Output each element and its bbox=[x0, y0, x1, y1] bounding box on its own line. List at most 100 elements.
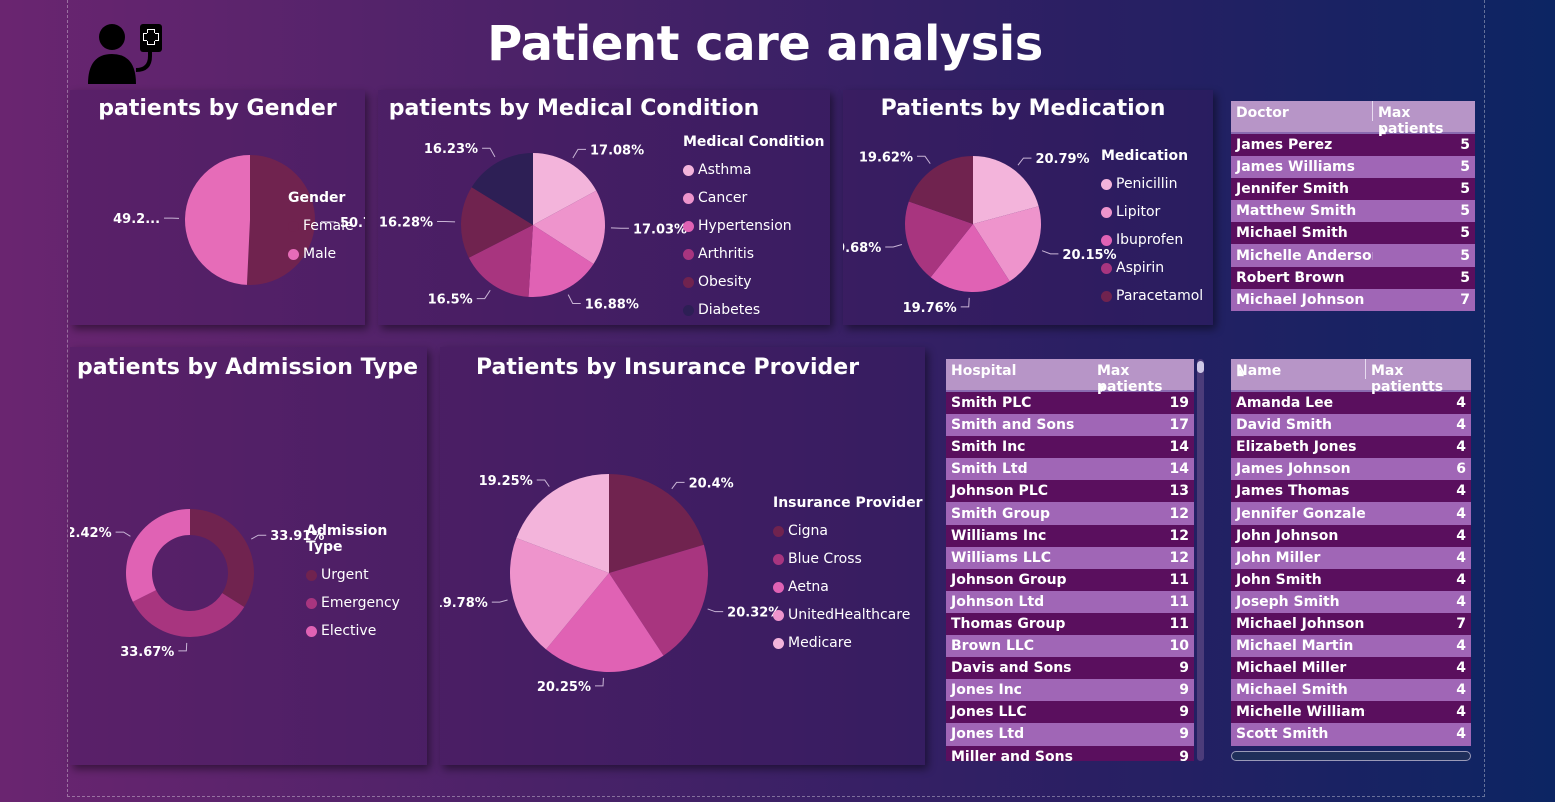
table-row[interactable]: Williams Inc 12 bbox=[946, 524, 1194, 547]
table-row[interactable]: Michael Smith 4 bbox=[1231, 679, 1471, 702]
table-header[interactable]: Hospital Max patients ▼ bbox=[946, 359, 1194, 395]
legend-label: Emergency bbox=[321, 595, 400, 611]
gender-panel[interactable]: patients by Gender 50.7...49.2... Gender… bbox=[70, 90, 365, 325]
legend-label: Lipitor bbox=[1116, 204, 1161, 220]
table-row[interactable]: Jennifer Smith 5 bbox=[1231, 178, 1475, 201]
insurance-panel[interactable]: Patients by Insurance Provider 20.4% 20.3… bbox=[440, 347, 925, 765]
legend-item[interactable]: Male bbox=[288, 240, 354, 268]
table-row[interactable]: Joseph Smith 4 bbox=[1231, 590, 1471, 613]
hospital-column-header[interactable]: Hospital bbox=[946, 359, 1092, 379]
legend-item[interactable]: Blue Cross bbox=[773, 545, 923, 573]
table-row[interactable]: Jones Ltd 9 bbox=[946, 723, 1194, 746]
legend-item[interactable]: Hypertension bbox=[683, 212, 824, 240]
hospital-table[interactable]: Hospital Max patients ▼ Smith PLC 19 Smith … bbox=[946, 359, 1194, 761]
table-row[interactable]: Michael Johnson 7 bbox=[1231, 612, 1471, 636]
legend-item[interactable]: Diabetes bbox=[683, 296, 824, 324]
doctor-table[interactable]: Doctor Max patients ▲ James Perez 5 James W… bbox=[1231, 101, 1475, 311]
legend-item[interactable]: Medicare bbox=[773, 629, 923, 657]
table-row[interactable]: James Williams 5 bbox=[1231, 156, 1475, 179]
table-row[interactable]: Michael Martin 4 bbox=[1231, 635, 1471, 658]
hospital-table-scrollbar[interactable] bbox=[1197, 359, 1204, 761]
table-header[interactable]: Name ▲ Max patientts bbox=[1231, 359, 1471, 395]
table-row[interactable]: Smith and Sons 17 bbox=[946, 414, 1194, 437]
table-row[interactable]: Smith Inc 14 bbox=[946, 436, 1194, 459]
medication-panel[interactable]: Patients by Medication 20.79% 20.15% 19.76… bbox=[843, 90, 1213, 325]
legend-label: Obesity bbox=[698, 274, 752, 290]
doctor-column-header[interactable]: Doctor bbox=[1231, 101, 1373, 121]
sort-ascending-icon[interactable]: ▲ bbox=[1379, 126, 1386, 136]
legend-item[interactable]: Arthritis bbox=[683, 240, 824, 268]
legend-item[interactable]: Urgent bbox=[306, 561, 427, 589]
table-row[interactable]: Michael Smith 5 bbox=[1231, 222, 1475, 245]
admission-slice-emergency[interactable] bbox=[132, 590, 245, 637]
table-row[interactable]: Brown LLC 10 bbox=[946, 635, 1194, 658]
admission-panel[interactable]: patients by Admission Type 33.91%33.67%3… bbox=[70, 347, 427, 765]
legend-item[interactable]: Aspirin bbox=[1101, 254, 1203, 282]
condition-panel[interactable]: patients by Medical Condition 17.08% 17.0… bbox=[378, 90, 830, 325]
table-row[interactable]: John Smith 4 bbox=[1231, 568, 1471, 591]
max-patients-column-header[interactable]: Max patientts bbox=[1366, 359, 1471, 395]
table-row[interactable]: Michael Miller 4 bbox=[1231, 657, 1471, 680]
table-header[interactable]: Doctor Max patients ▲ bbox=[1231, 101, 1475, 137]
table-row[interactable]: Smith PLC 19 bbox=[946, 392, 1194, 415]
legend-item[interactable]: Penicillin bbox=[1101, 170, 1203, 198]
table-row[interactable]: Jones Inc 9 bbox=[946, 679, 1194, 702]
table-row[interactable]: Michelle Anderson 5 bbox=[1231, 244, 1475, 267]
name-table[interactable]: Name ▲ Max patientts Amanda Lee 4 David Smi… bbox=[1231, 359, 1471, 746]
legend-item[interactable]: Cancer bbox=[683, 184, 824, 212]
gender-slice-male[interactable] bbox=[184, 155, 250, 285]
table-row[interactable]: Johnson Ltd 11 bbox=[946, 590, 1194, 613]
table-cell-value: 4 bbox=[1456, 682, 1466, 699]
table-row[interactable]: Michael Johnson 7 bbox=[1231, 288, 1475, 311]
table-row[interactable]: John Johnson 4 bbox=[1231, 524, 1471, 547]
table-row[interactable]: James Perez 5 bbox=[1231, 134, 1475, 157]
legend-item[interactable]: Paracetamol bbox=[1101, 282, 1203, 310]
legend-item[interactable]: Female bbox=[288, 212, 354, 240]
table-row[interactable]: Johnson Group 11 bbox=[946, 568, 1194, 591]
table-row[interactable]: Miller and Sons 9 bbox=[946, 745, 1194, 761]
table-row[interactable]: Thomas Group 11 bbox=[946, 612, 1194, 636]
name-column-header[interactable]: Name ▲ bbox=[1231, 359, 1366, 379]
table-row[interactable]: Robert Brown 5 bbox=[1231, 266, 1475, 289]
admission-slice-urgent[interactable] bbox=[190, 509, 254, 607]
table-cell-name: Williams Inc bbox=[951, 527, 1047, 544]
table-row[interactable]: Jennifer Gonzalez 4 bbox=[1231, 502, 1471, 525]
legend-title: Medical Condition bbox=[683, 134, 825, 150]
scrollbar-thumb[interactable] bbox=[1197, 361, 1204, 373]
legend-item[interactable]: UnitedHealthcare bbox=[773, 601, 923, 629]
table-cell-value: 7 bbox=[1460, 291, 1470, 308]
table-row[interactable]: Williams LLC 12 bbox=[946, 546, 1194, 569]
sort-ascending-icon[interactable]: ▲ bbox=[1237, 368, 1244, 378]
legend-item[interactable]: Emergency bbox=[306, 589, 427, 617]
table-row[interactable]: Jones LLC 9 bbox=[946, 701, 1194, 724]
legend-item[interactable]: Ibuprofen bbox=[1101, 226, 1203, 254]
table-row[interactable]: Davis and Sons 9 bbox=[946, 657, 1194, 680]
table-row[interactable]: James Thomas 4 bbox=[1231, 480, 1471, 503]
table-row[interactable]: Michelle Williams 4 bbox=[1231, 701, 1471, 724]
table-row[interactable]: John Miller 4 bbox=[1231, 546, 1471, 569]
insurance-leader-line bbox=[595, 677, 604, 687]
table-row[interactable]: Elizabeth Jones 4 bbox=[1231, 436, 1471, 459]
sort-descending-icon[interactable]: ▼ bbox=[1098, 384, 1105, 394]
table-row[interactable]: Matthew Smith 5 bbox=[1231, 200, 1475, 223]
table-row[interactable]: Scott Smith 4 bbox=[1231, 723, 1471, 746]
legend-item[interactable]: Elective bbox=[306, 617, 427, 645]
name-table-scrollbar[interactable] bbox=[1231, 751, 1471, 761]
table-row[interactable]: Smith Group 12 bbox=[946, 502, 1194, 525]
max-patients-column-header[interactable]: Max patients ▲ bbox=[1373, 101, 1475, 137]
table-row[interactable]: Amanda Lee 4 bbox=[1231, 392, 1471, 415]
legend-item[interactable]: Asthma bbox=[683, 156, 824, 184]
legend-item[interactable]: Lipitor bbox=[1101, 198, 1203, 226]
legend-item[interactable]: Aetna bbox=[773, 573, 923, 601]
table-cell-name: Davis and Sons bbox=[951, 660, 1072, 677]
legend-item[interactable]: Obesity bbox=[683, 268, 824, 296]
table-row[interactable]: Smith Ltd 14 bbox=[946, 458, 1194, 481]
table-cell-name: Jones Inc bbox=[951, 682, 1022, 699]
table-row[interactable]: James Johnson 6 bbox=[1231, 458, 1471, 481]
max-patients-column-header[interactable]: Max patients ▼ bbox=[1092, 359, 1194, 395]
table-row[interactable]: Johnson PLC 13 bbox=[946, 480, 1194, 503]
admission-slice-elective[interactable] bbox=[126, 509, 190, 602]
table-cell-name: Michael Martin bbox=[1236, 638, 1354, 655]
table-row[interactable]: David Smith 4 bbox=[1231, 414, 1471, 437]
legend-item[interactable]: Cigna bbox=[773, 517, 923, 545]
